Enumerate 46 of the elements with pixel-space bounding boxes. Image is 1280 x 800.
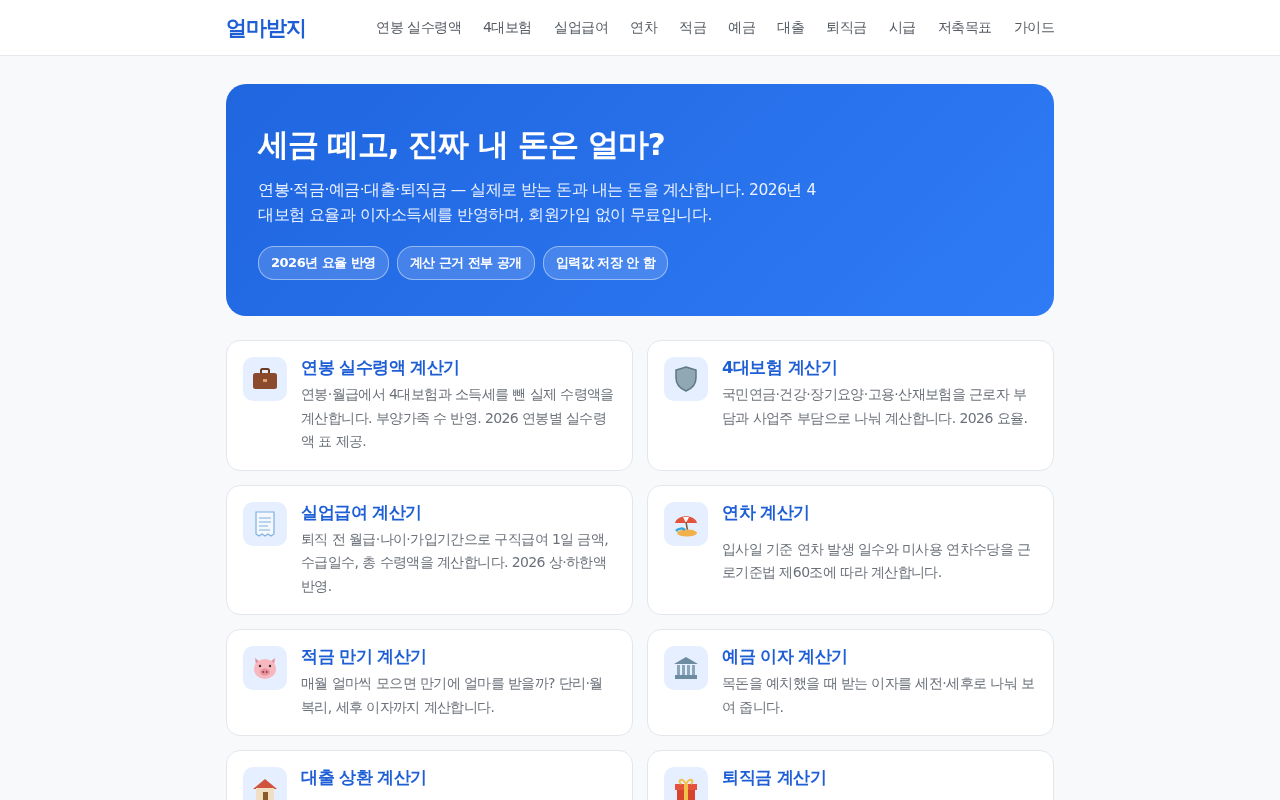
card-description: 연봉·월급에서 4대보험과 소득세를 뺀 실제 수령액을 계산합니다. 부양가족 수 반영. 2026 연봉별 실수령액 표 제공. [301, 385, 615, 451]
card-title: 적금 만기 계산기 [301, 646, 428, 668]
calculator-card[interactable]: 연봉 실수령액 계산기 연봉·월급에서 4대보험과 소득세를 뺀 실제 수령액을 계산합니다. 부양가족 수 반영. 2026 연봉별 실수령액 표 제공. [226, 340, 633, 471]
bank-building-icon [673, 656, 699, 680]
calculator-card[interactable]: 적금 만기 계산기 매월 얼마씩 모으면 만기에 얼마를 받을까? 단리·월복리, 세후 이자까지 계산합니다. [226, 629, 633, 736]
nav-link[interactable]: 저축목표 [937, 18, 992, 37]
nav-link[interactable]: 대출 [777, 18, 804, 37]
nav-link[interactable]: 적금 [679, 18, 706, 37]
calculator-card[interactable]: 퇴직금 계산기 [647, 750, 1054, 800]
card-title: 대출 상환 계산기 [301, 767, 427, 789]
nav-link[interactable]: 4대보험 [483, 18, 532, 37]
card-title: 예금 이자 계산기 [722, 646, 849, 668]
card-title: 실업급여 계산기 [301, 501, 423, 524]
calculator-card[interactable]: 실업급여 계산기 퇴직 전 월급·나이·가입기간으로 구직급여 1일 금액, 수급일수, 총 수령액을 계산합니다. 2026 상·하한액 반영. [226, 484, 633, 615]
house-icon [252, 777, 278, 800]
card-title: 연봉 실수령액 계산기 [301, 357, 461, 379]
nav-link[interactable]: 연봉 실수령액 [376, 18, 462, 37]
feature-badge: 계산 근거 전부 공개 [396, 246, 535, 280]
card-description: 국민연금·건강·장기요양·고용·산재보험을 근로자 부담과 사업주 부담으로 나눠 계산합니다. 2026 요율. [722, 385, 1029, 428]
nav-link[interactable]: 시급 [888, 18, 916, 37]
feature-badge: 입력값 저장 안 함 [542, 246, 669, 280]
nav-link[interactable]: 퇴직금 [826, 18, 867, 37]
nav-link[interactable]: 가이드 [1013, 18, 1054, 37]
calculator-card[interactable]: 대출 상환 계산기 [226, 750, 633, 800]
hero-description: 연봉·적금·예금·대출·퇴직금 — 실제로 받는 돈과 내는 돈을 계산합니다. 2026년 4대보험 요율과 이자소득세를 반영하며, 회원가입 없이 무료입니다. [258, 180, 817, 226]
feature-badge: 2026년 요율 반영 [258, 246, 389, 280]
shield-icon [675, 366, 697, 392]
card-description: 매월 얼마씩 모으면 만기에 얼마를 받을까? 단리·월복리, 세후 이자까지 계산합니다. [301, 674, 604, 717]
nav-link[interactable]: 실업급여 [554, 18, 608, 37]
nav-link[interactable]: 예금 [728, 18, 755, 37]
receipt-icon [254, 510, 276, 537]
nav-link[interactable]: 연차 [630, 18, 657, 37]
hero-title: 세금 떼고, 진짜 내 돈은 얼마? [258, 125, 666, 164]
card-title: 연차 계산기 [722, 501, 811, 524]
gift-icon [674, 776, 698, 800]
pig-face-icon [252, 656, 278, 680]
briefcase-icon [252, 368, 278, 390]
calculator-card[interactable]: 예금 이자 계산기 목돈을 예치했을 때 받는 이자를 세전·세후로 나눠 보여 줍니다. [647, 629, 1054, 736]
calculator-card[interactable]: 연차 계산기 입사일 기준 연차 발생 일수와 미사용 연차수당을 근로기준법 제60조에 따라 계산합니다. [647, 484, 1054, 615]
calculator-card[interactable]: 4대보험 계산기 국민연금·건강·장기요양·고용·산재보험을 근로자 부담과 사업주 부담으로 나눠 계산합니다. 2026 요율. [647, 340, 1054, 471]
card-title: 퇴직금 계산기 [722, 767, 827, 789]
card-description: 목돈을 예치했을 때 받는 이자를 세전·세후로 나눠 보여 줍니다. [722, 674, 1036, 717]
site-logo[interactable]: 얼마받지 [226, 13, 306, 42]
card-title: 4대보험 계산기 [722, 357, 839, 379]
card-description: 퇴직 전 월급·나이·가입기간으로 구직급여 1일 금액, 수급일수, 총 수령액을 계산합니다. 2026 상·하한액 반영. [301, 529, 610, 596]
card-description: 입사일 기준 연차 발생 일수와 미사용 연차수당을 근로기준법 제60조에 따라 계산합니다. [722, 539, 1032, 582]
